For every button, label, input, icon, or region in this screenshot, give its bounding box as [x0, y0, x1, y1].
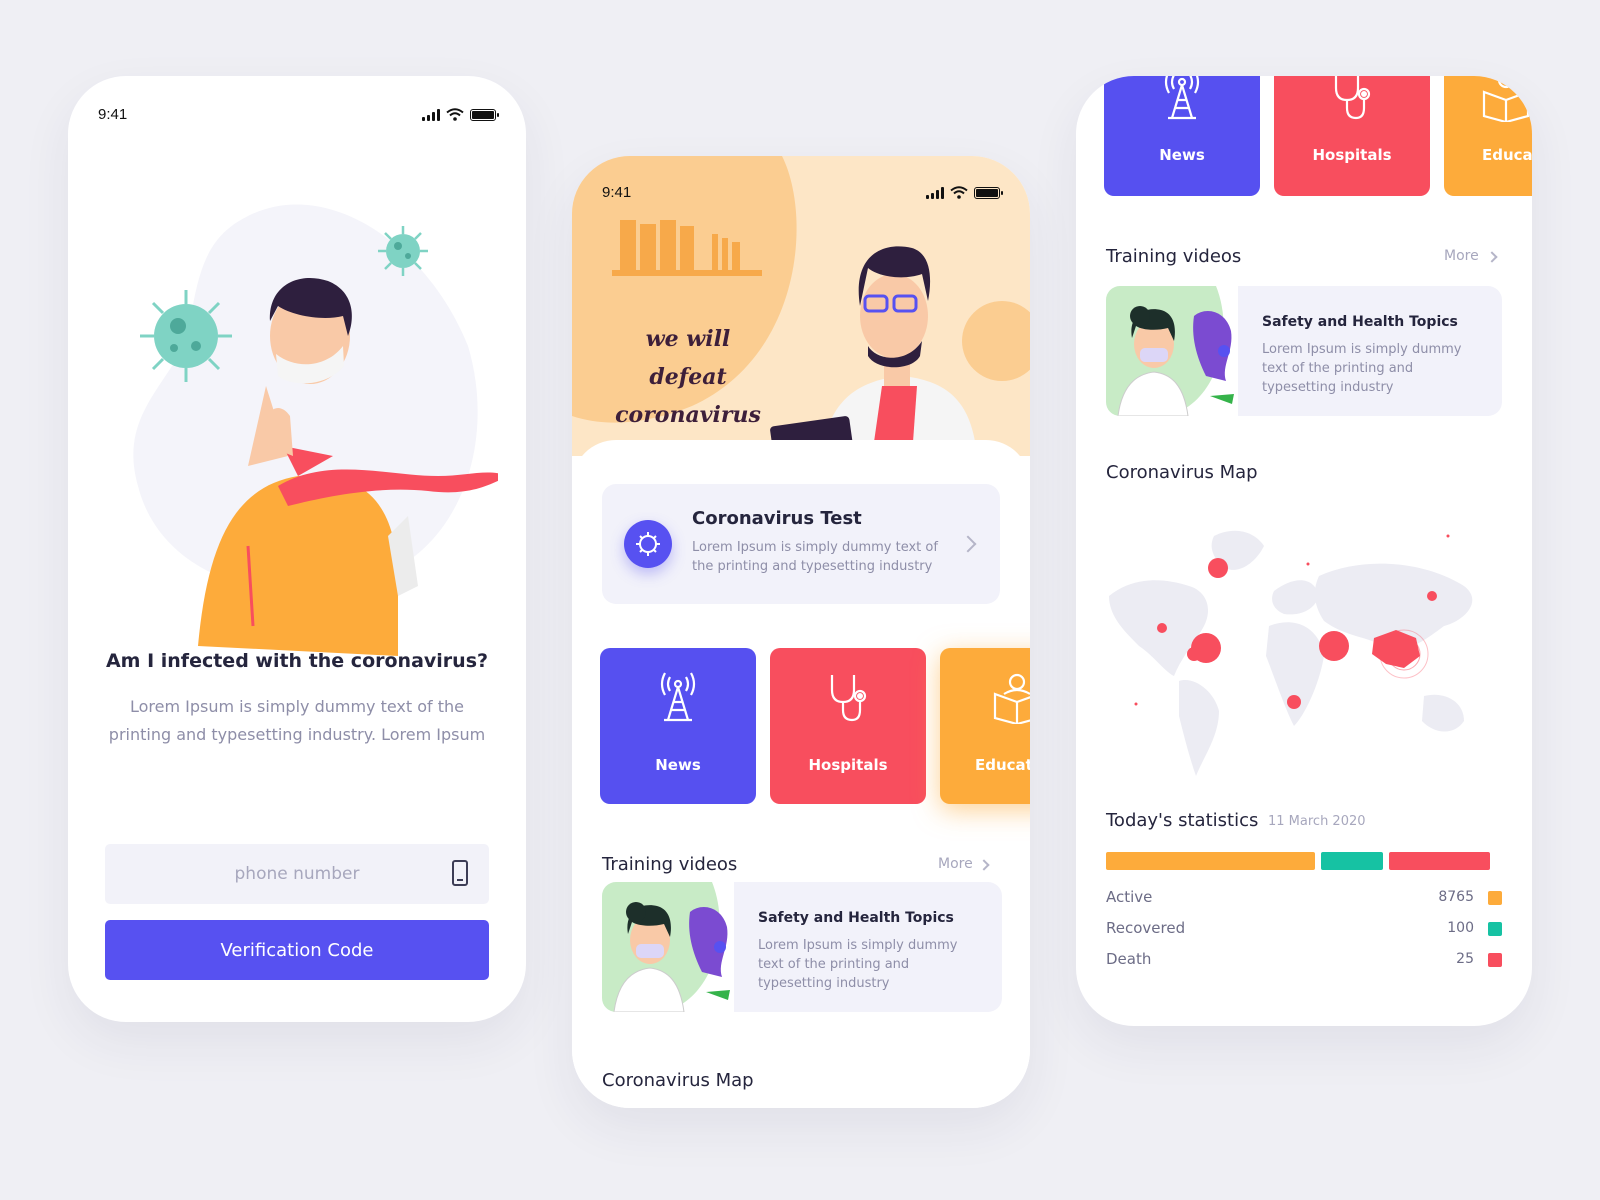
training-video-card[interactable]: Safety and Health Topics Lorem Ipsum is … — [602, 882, 1002, 1012]
training-videos-title: Training videos — [1106, 246, 1242, 267]
stat-row-death: Death 25 — [1106, 950, 1502, 974]
category-hospitals-button[interactable]: Hospitals — [1274, 76, 1430, 196]
training-video-card[interactable]: Safety and Health Topics Lorem Ipsum is … — [1106, 286, 1502, 416]
video-description: Lorem Ipsum is simply dummy text of the … — [1262, 342, 1462, 395]
reading-icon — [1482, 76, 1530, 122]
status-bar: 9:41 — [68, 106, 526, 136]
category-label: Hospitals — [808, 756, 888, 774]
wifi-icon — [950, 186, 968, 199]
recovered-segment — [1321, 852, 1383, 870]
video-description: Lorem Ipsum is simply dummy text of the … — [758, 938, 958, 991]
death-segment — [1388, 852, 1491, 870]
stat-label: Recovered — [1106, 919, 1186, 937]
category-news-button[interactable]: News — [1104, 76, 1260, 196]
login-screen: 9:41 Am I infected with the coronavirus?… — [68, 76, 526, 1022]
training-videos-title: Training videos — [602, 854, 738, 875]
video-title: Safety and Health Topics — [1262, 314, 1458, 330]
wifi-icon — [446, 108, 464, 121]
home-screen: we will defeat coronavirus 9:41 Coronavi… — [572, 156, 1030, 1108]
chevron-right-icon — [1486, 251, 1498, 263]
radio-tower-icon — [1164, 76, 1200, 120]
stethoscope-icon — [1334, 76, 1371, 120]
radio-tower-icon — [660, 672, 696, 722]
virus-test-icon — [624, 520, 672, 568]
stat-label: Death — [1106, 950, 1152, 968]
status-time: 9:41 — [602, 184, 632, 201]
active-segment — [1106, 852, 1316, 870]
stat-value: 25 — [1456, 951, 1474, 967]
mobile-phone-icon — [452, 860, 468, 886]
chevron-right-icon — [959, 535, 977, 553]
battery-icon — [470, 108, 499, 121]
status-bar: 9:41 — [572, 184, 1030, 214]
training-more-link[interactable]: More — [1444, 248, 1479, 264]
category-label: Educa — [1482, 146, 1532, 164]
stat-value: 8765 — [1438, 889, 1474, 905]
category-hospitals-button[interactable]: Hospitals — [770, 648, 926, 804]
masked-person-illustration — [133, 204, 498, 656]
coronavirus-map-title: Coronavirus Map — [1106, 462, 1258, 483]
category-label: News — [655, 756, 701, 774]
chevron-right-icon — [978, 859, 990, 871]
stat-value: 100 — [1447, 920, 1474, 936]
category-education-button[interactable]: Educa — [1444, 76, 1532, 196]
question-description: Lorem Ipsum is simply dummy text of the … — [108, 697, 486, 744]
category-news-button[interactable]: News — [600, 648, 756, 804]
category-education-button[interactable]: Education — [940, 648, 1030, 804]
virus-small-icon — [378, 226, 428, 276]
statistics-bar — [1106, 852, 1502, 870]
coronavirus-map-title: Coronavirus Map — [602, 1070, 754, 1091]
coronavirus-test-card[interactable]: Coronavirus Test Lorem Ipsum is simply d… — [602, 484, 1000, 604]
battery-icon — [974, 186, 1003, 199]
home-content: Coronavirus Test Lorem Ipsum is simply d… — [572, 440, 1030, 1108]
stethoscope-icon — [830, 675, 867, 722]
world-map — [1109, 530, 1473, 776]
test-card-title: Coronavirus Test — [692, 508, 862, 529]
stat-row-recovered: Recovered 100 — [1106, 919, 1502, 943]
reading-icon — [993, 673, 1030, 724]
training-more-link[interactable]: More — [938, 856, 973, 872]
test-card-description: Lorem Ipsum is simply dummy text of the … — [692, 540, 938, 574]
todays-statistics-title: Today's statistics — [1106, 810, 1259, 831]
verification-code-button[interactable]: Verification Code — [105, 920, 489, 980]
category-label: Hospitals — [1312, 146, 1392, 164]
stat-row-active: Active 8765 — [1106, 888, 1502, 912]
signal-icon — [926, 186, 944, 199]
legend-swatch — [1488, 953, 1502, 967]
video-thumbnail — [1106, 286, 1238, 416]
video-thumbnail — [602, 882, 734, 1012]
video-title: Safety and Health Topics — [758, 910, 954, 926]
signal-icon — [422, 108, 440, 121]
question-title: Am I infected with the coronavirus? — [105, 650, 489, 672]
statistics-date: 11 March 2020 — [1268, 814, 1366, 829]
category-label: News — [1159, 146, 1205, 164]
hero-title: we will defeat coronavirus — [615, 326, 761, 428]
phone-number-input[interactable] — [105, 844, 489, 904]
category-label: Education — [975, 756, 1030, 774]
stat-label: Active — [1106, 888, 1153, 906]
virus-icon — [140, 290, 232, 382]
legend-swatch — [1488, 891, 1502, 905]
legend-swatch — [1488, 922, 1502, 936]
detail-screen: News Hospitals Educa Training videos Mor… — [1076, 76, 1532, 1026]
status-time: 9:41 — [98, 106, 128, 123]
